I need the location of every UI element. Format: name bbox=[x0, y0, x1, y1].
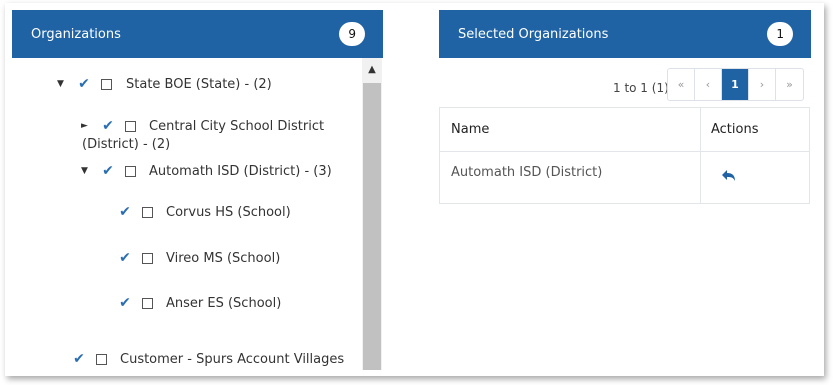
tree-item-checkbox[interactable] bbox=[96, 353, 107, 365]
pagination: « ‹ 1 › » bbox=[667, 68, 804, 101]
tree-item-checkbox[interactable] bbox=[101, 78, 112, 90]
column-header-actions: Actions bbox=[711, 122, 759, 137]
tree-item-central-city[interactable]: ► ✔ Central City School District bbox=[81, 118, 324, 134]
organizations-count-badge: 9 bbox=[339, 22, 365, 46]
tree-item-label: State BOE (State) - (2) bbox=[126, 76, 272, 92]
organizations-tree: ▼ ✔ State BOE (State) - (2) ► ✔ Central … bbox=[12, 58, 362, 370]
column-header-name[interactable]: Name bbox=[451, 122, 489, 137]
table-cell-name: Automath ISD (District) bbox=[451, 165, 603, 180]
caret-right-icon[interactable]: ► bbox=[81, 121, 91, 131]
page-1-button[interactable]: 1 bbox=[722, 69, 749, 100]
organizations-header: Organizations 9 bbox=[12, 10, 383, 58]
tree-item-label: Vireo MS (School) bbox=[166, 250, 281, 266]
scroll-up-arrow-icon[interactable]: ▲ bbox=[362, 58, 382, 80]
checkmark-icon: ✔ bbox=[73, 351, 85, 367]
checkmark-icon: ✔ bbox=[78, 76, 90, 92]
caret-down-icon[interactable]: ▼ bbox=[81, 166, 91, 176]
checkmark-icon: ✔ bbox=[119, 250, 131, 266]
tree-item-customer-spurs[interactable]: ✔ Customer - Spurs Account Villages bbox=[72, 351, 344, 367]
next-page-button[interactable]: › bbox=[749, 69, 776, 100]
selected-organizations-header: Selected Organizations 1 bbox=[439, 10, 811, 58]
checkmark-icon: ✔ bbox=[102, 163, 114, 179]
tree-item-label: Customer - Spurs Account Villages bbox=[120, 351, 345, 367]
selected-organizations-table: Name Actions Automath ISD (District) bbox=[439, 107, 810, 204]
last-page-button[interactable]: » bbox=[776, 69, 803, 100]
tree-scrollbar[interactable]: ▲ bbox=[362, 58, 382, 370]
tree-item-automath[interactable]: ▼ ✔ Automath ISD (District) - (3) bbox=[81, 163, 332, 179]
tree-item-checkbox[interactable] bbox=[142, 252, 153, 264]
tree-item-corvus[interactable]: ✔ Corvus HS (School) bbox=[118, 204, 291, 220]
tree-item-checkbox[interactable] bbox=[125, 120, 136, 132]
checkmark-icon: ✔ bbox=[119, 295, 131, 311]
organizations-title: Organizations bbox=[31, 26, 121, 42]
tree-item-label: Anser ES (School) bbox=[166, 295, 282, 311]
tree-item-label-continued: (District) - (2) bbox=[82, 137, 171, 152]
selected-count-badge: 1 bbox=[767, 22, 793, 46]
tree-item-label: Automath ISD (District) - (3) bbox=[149, 163, 332, 179]
tree-item-checkbox[interactable] bbox=[142, 297, 153, 309]
caret-down-icon[interactable]: ▼ bbox=[57, 79, 67, 89]
scrollbar-thumb[interactable] bbox=[363, 83, 381, 370]
tree-item-label: Central City School District bbox=[149, 118, 325, 134]
checkmark-icon: ✔ bbox=[102, 118, 114, 134]
table-header: Name Actions bbox=[440, 108, 809, 152]
tree-item-label: Corvus HS (School) bbox=[166, 204, 291, 220]
column-divider bbox=[700, 108, 701, 203]
selected-organizations-title: Selected Organizations bbox=[458, 26, 609, 42]
pager-info: 1 to 1 (1) bbox=[613, 81, 669, 95]
tree-item-checkbox[interactable] bbox=[125, 165, 136, 177]
tree-item-checkbox[interactable] bbox=[142, 206, 153, 218]
undo-icon[interactable] bbox=[721, 169, 737, 183]
tree-item-anser[interactable]: ✔ Anser ES (School) bbox=[118, 295, 281, 311]
tree-item-vireo[interactable]: ✔ Vireo MS (School) bbox=[118, 250, 280, 266]
checkmark-icon: ✔ bbox=[119, 204, 131, 220]
first-page-button[interactable]: « bbox=[668, 69, 695, 100]
tree-item-state-boe[interactable]: ▼ ✔ State BOE (State) - (2) bbox=[57, 76, 272, 92]
previous-page-button[interactable]: ‹ bbox=[695, 69, 722, 100]
